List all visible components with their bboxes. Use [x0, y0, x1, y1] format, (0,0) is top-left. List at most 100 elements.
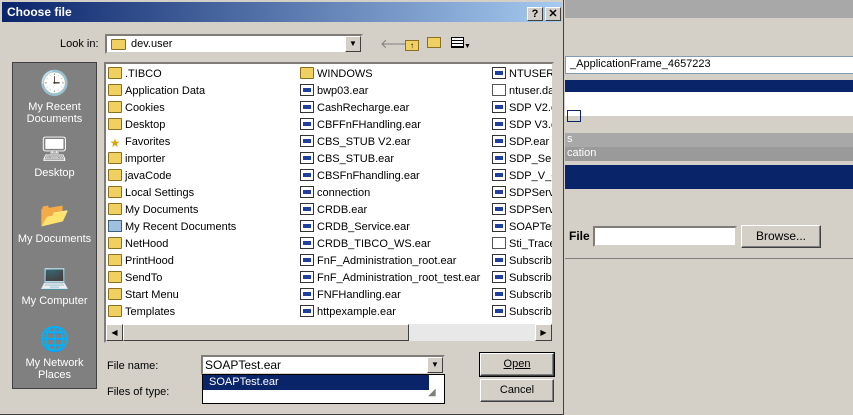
view-menu-icon[interactable]: ▼ [448, 34, 474, 54]
file-item[interactable]: Start Menu [108, 287, 298, 304]
file-item[interactable]: Subscribe [492, 270, 554, 287]
file-item[interactable]: CBFFnFHandling.ear [300, 117, 490, 134]
file-list[interactable]: .TIBCO Application Data Cookies Desktop ★ Fav… [104, 62, 554, 343]
file-item[interactable]: CBS_STUB.ear [300, 151, 490, 168]
file-item-label: CBS_STUB.ear [317, 153, 395, 165]
place-label: My Computer [21, 295, 88, 307]
file-item[interactable]: My Recent Documents [108, 219, 298, 236]
file-item[interactable]: FNFHandling.ear [300, 287, 490, 304]
file-item[interactable]: SDPServic [492, 202, 554, 219]
scrollbar-thumb[interactable] [123, 324, 409, 341]
open-button[interactable]: Open [479, 352, 555, 377]
file-item[interactable]: connection [300, 185, 490, 202]
file-item[interactable]: NetHood [108, 236, 298, 253]
file-item[interactable]: Desktop [108, 117, 298, 134]
file-item[interactable]: CRDB_Service.ear [300, 219, 490, 236]
file-item[interactable]: ★ Favorites [108, 134, 298, 151]
file-item[interactable]: Cookies [108, 100, 298, 117]
file-item[interactable]: SDP_Serv [492, 151, 552, 168]
file-item-label: SDP V2.ea [509, 102, 552, 114]
file-item[interactable]: Local Settings [108, 185, 298, 202]
up-folder-icon[interactable]: ↑ [402, 34, 422, 54]
ear-file-icon [300, 203, 314, 215]
folder-icon [108, 101, 122, 113]
scroll-right-icon[interactable]: ▶ [535, 324, 552, 341]
file-item-label: .TIBCO [125, 68, 162, 80]
background-header-bar [565, 80, 853, 92]
file-item[interactable]: SDP.ear [492, 134, 552, 151]
file-item[interactable]: importer [108, 151, 298, 168]
ear-file-icon [300, 237, 314, 249]
file-name-input[interactable]: SOAPTest.ear ▼ [201, 355, 445, 375]
file-item-label: Cookies [125, 102, 165, 114]
file-item[interactable]: Application Data [108, 83, 298, 100]
file-item[interactable]: CBS_STUB V2.ear [300, 134, 490, 151]
ear-file-icon [300, 101, 314, 113]
file-item[interactable]: Templates [108, 304, 298, 321]
file-item-label: CBFFnFHandling.ear [317, 119, 421, 131]
file-item[interactable]: SDP V2.ea [492, 100, 552, 117]
file-item[interactable]: CBSFnFhandling.ear [300, 168, 490, 185]
my-documents-icon: 📂 [39, 202, 70, 229]
folder-icon [108, 152, 122, 164]
place-my-documents[interactable]: 📂 My Documents [13, 201, 96, 245]
file-item[interactable]: CRDB.ear [300, 202, 490, 219]
resize-grip-icon[interactable]: ◢ [428, 387, 444, 401]
new-folder-icon[interactable] [424, 34, 444, 54]
look-in-combo[interactable]: dev.user ▼ [105, 34, 363, 54]
file-item[interactable]: .TIBCO [108, 66, 298, 83]
file-item-label: Templates [125, 306, 176, 318]
file-item-label: SDPServic [509, 204, 554, 216]
file-item-label: SDPServic [509, 187, 554, 199]
file-item[interactable]: SendTo [108, 270, 298, 287]
file-item[interactable]: CashRecharge.ear [300, 100, 490, 117]
file-item[interactable]: SDP_V_6. [492, 168, 552, 185]
chevron-down-icon[interactable]: ▼ [345, 36, 361, 52]
file-item-label: Favorites [125, 136, 171, 148]
file-item[interactable]: SDP V3.ea [492, 117, 552, 134]
file-item[interactable]: NTUSER.D [492, 66, 552, 83]
file-item[interactable]: WINDOWS [300, 66, 490, 83]
browse-button[interactable]: Browse... [741, 225, 821, 248]
file-item[interactable]: PrintHood [108, 253, 298, 270]
file-item[interactable]: bwp03.ear [300, 83, 490, 100]
background-small-button[interactable] [567, 110, 581, 122]
folder-icon [108, 305, 122, 317]
background-file-input[interactable] [593, 226, 737, 247]
chevron-down-icon[interactable]: ▼ [427, 357, 443, 373]
file-item[interactable]: Subscribe [492, 253, 552, 270]
close-button[interactable]: ✕ [545, 7, 561, 21]
help-button[interactable]: ? [527, 7, 543, 21]
background-application-field[interactable]: _ApplicationFrame_4657223 [565, 56, 853, 74]
file-item[interactable]: CRDB_TIBCO_WS.ear [300, 236, 490, 253]
file-item[interactable]: Subscribe [492, 287, 552, 304]
file-item[interactable]: SDPServic [492, 185, 554, 202]
file-item[interactable]: httpexample.ear [300, 304, 490, 321]
file-item-label: SDP_V_6. [509, 170, 552, 182]
file-item-label: My Documents [125, 204, 199, 216]
dropdown-option[interactable]: SOAPTest.ear [203, 375, 429, 390]
file-item[interactable]: ntuser.da [492, 83, 552, 100]
file-item[interactable]: SOAPTest [492, 219, 552, 236]
scroll-left-icon[interactable]: ◀ [106, 324, 123, 341]
file-item-label: Application Data [125, 85, 206, 97]
file-item[interactable]: FnF_Administration_root_test.ear [300, 270, 490, 287]
file-item[interactable]: FnF_Administration_root.ear [300, 253, 490, 270]
place-my-recent-documents[interactable]: 🕒 My Recent Documents [13, 69, 96, 125]
file-item[interactable]: My Documents [108, 202, 298, 219]
folder-icon [108, 271, 122, 283]
back-arrow-icon[interactable]: 🡐 [380, 34, 415, 54]
place-my-computer[interactable]: 💻 My Computer [13, 263, 96, 307]
place-desktop[interactable]: 🖥 Desktop [13, 135, 96, 179]
file-item[interactable]: javaCode [108, 168, 298, 185]
ear-file-icon [300, 186, 314, 198]
cancel-button[interactable]: Cancel [480, 379, 554, 402]
dialog-titlebar[interactable]: Choose file ? ✕ [2, 2, 562, 22]
file-item-label: importer [125, 153, 166, 165]
place-my-network-places[interactable]: 🌐 My Network Places [13, 325, 96, 381]
horizontal-scrollbar[interactable]: ◀ ▶ [106, 324, 552, 341]
file-item[interactable]: Subscribe [492, 304, 552, 321]
file-item-label: CRDB_TIBCO_WS.ear [317, 238, 431, 250]
file-item[interactable]: Sti_Trace [492, 236, 552, 253]
file-item-label: Subscribe [509, 272, 554, 284]
